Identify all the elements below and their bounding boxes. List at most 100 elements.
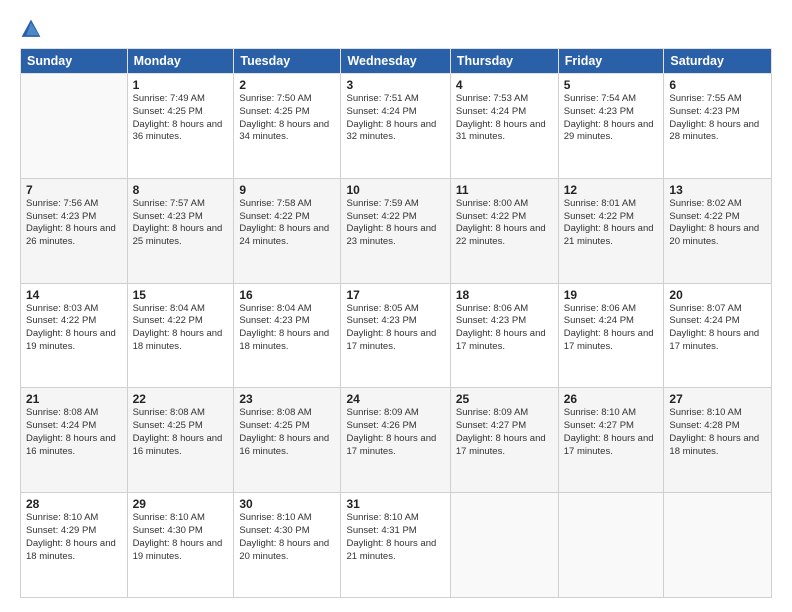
day-number: 29 — [133, 497, 229, 511]
calendar-cell: 4Sunrise: 7:53 AM Sunset: 4:24 PM Daylig… — [450, 74, 558, 179]
day-info: Sunrise: 7:55 AM Sunset: 4:23 PM Dayligh… — [669, 93, 766, 144]
calendar-cell: 28Sunrise: 8:10 AM Sunset: 4:29 PM Dayli… — [21, 493, 128, 598]
weekday-header-friday: Friday — [558, 49, 664, 74]
day-info: Sunrise: 8:10 AM Sunset: 4:29 PM Dayligh… — [26, 512, 122, 563]
day-number: 24 — [346, 392, 444, 406]
day-info: Sunrise: 8:10 AM Sunset: 4:30 PM Dayligh… — [133, 512, 229, 563]
calendar-cell: 9Sunrise: 7:58 AM Sunset: 4:22 PM Daylig… — [234, 178, 341, 283]
day-number: 26 — [564, 392, 659, 406]
day-info: Sunrise: 8:10 AM Sunset: 4:28 PM Dayligh… — [669, 407, 766, 458]
day-number: 22 — [133, 392, 229, 406]
day-number: 15 — [133, 288, 229, 302]
calendar-cell: 7Sunrise: 7:56 AM Sunset: 4:23 PM Daylig… — [21, 178, 128, 283]
calendar-cell: 19Sunrise: 8:06 AM Sunset: 4:24 PM Dayli… — [558, 283, 664, 388]
day-number: 28 — [26, 497, 122, 511]
week-row-5: 28Sunrise: 8:10 AM Sunset: 4:29 PM Dayli… — [21, 493, 772, 598]
day-number: 5 — [564, 78, 659, 92]
calendar-cell: 23Sunrise: 8:08 AM Sunset: 4:25 PM Dayli… — [234, 388, 341, 493]
day-number: 4 — [456, 78, 553, 92]
calendar-cell — [450, 493, 558, 598]
calendar-cell — [664, 493, 772, 598]
day-info: Sunrise: 8:10 AM Sunset: 4:27 PM Dayligh… — [564, 407, 659, 458]
calendar-cell: 10Sunrise: 7:59 AM Sunset: 4:22 PM Dayli… — [341, 178, 450, 283]
logo — [20, 18, 46, 40]
calendar-cell: 3Sunrise: 7:51 AM Sunset: 4:24 PM Daylig… — [341, 74, 450, 179]
logo-icon — [20, 18, 42, 40]
calendar-cell: 31Sunrise: 8:10 AM Sunset: 4:31 PM Dayli… — [341, 493, 450, 598]
day-info: Sunrise: 8:09 AM Sunset: 4:27 PM Dayligh… — [456, 407, 553, 458]
day-info: Sunrise: 7:53 AM Sunset: 4:24 PM Dayligh… — [456, 93, 553, 144]
day-number: 3 — [346, 78, 444, 92]
calendar-cell: 2Sunrise: 7:50 AM Sunset: 4:25 PM Daylig… — [234, 74, 341, 179]
day-info: Sunrise: 7:56 AM Sunset: 4:23 PM Dayligh… — [26, 198, 122, 249]
page: SundayMondayTuesdayWednesdayThursdayFrid… — [0, 0, 792, 612]
day-info: Sunrise: 8:06 AM Sunset: 4:24 PM Dayligh… — [564, 303, 659, 354]
weekday-header-sunday: Sunday — [21, 49, 128, 74]
calendar-cell: 22Sunrise: 8:08 AM Sunset: 4:25 PM Dayli… — [127, 388, 234, 493]
week-row-4: 21Sunrise: 8:08 AM Sunset: 4:24 PM Dayli… — [21, 388, 772, 493]
day-info: Sunrise: 7:50 AM Sunset: 4:25 PM Dayligh… — [239, 93, 335, 144]
day-info: Sunrise: 8:01 AM Sunset: 4:22 PM Dayligh… — [564, 198, 659, 249]
calendar-cell: 17Sunrise: 8:05 AM Sunset: 4:23 PM Dayli… — [341, 283, 450, 388]
calendar-cell: 20Sunrise: 8:07 AM Sunset: 4:24 PM Dayli… — [664, 283, 772, 388]
day-number: 9 — [239, 183, 335, 197]
day-number: 12 — [564, 183, 659, 197]
calendar-cell — [21, 74, 128, 179]
day-number: 14 — [26, 288, 122, 302]
day-number: 25 — [456, 392, 553, 406]
day-number: 7 — [26, 183, 122, 197]
calendar-cell: 5Sunrise: 7:54 AM Sunset: 4:23 PM Daylig… — [558, 74, 664, 179]
header — [20, 18, 772, 40]
day-info: Sunrise: 8:04 AM Sunset: 4:23 PM Dayligh… — [239, 303, 335, 354]
calendar-cell: 1Sunrise: 7:49 AM Sunset: 4:25 PM Daylig… — [127, 74, 234, 179]
calendar-cell: 29Sunrise: 8:10 AM Sunset: 4:30 PM Dayli… — [127, 493, 234, 598]
day-number: 19 — [564, 288, 659, 302]
day-info: Sunrise: 8:07 AM Sunset: 4:24 PM Dayligh… — [669, 303, 766, 354]
calendar-cell: 6Sunrise: 7:55 AM Sunset: 4:23 PM Daylig… — [664, 74, 772, 179]
day-number: 2 — [239, 78, 335, 92]
calendar-table: SundayMondayTuesdayWednesdayThursdayFrid… — [20, 48, 772, 598]
calendar-cell — [558, 493, 664, 598]
calendar-cell: 14Sunrise: 8:03 AM Sunset: 4:22 PM Dayli… — [21, 283, 128, 388]
week-row-1: 1Sunrise: 7:49 AM Sunset: 4:25 PM Daylig… — [21, 74, 772, 179]
day-number: 18 — [456, 288, 553, 302]
calendar-cell: 27Sunrise: 8:10 AM Sunset: 4:28 PM Dayli… — [664, 388, 772, 493]
calendar-cell: 15Sunrise: 8:04 AM Sunset: 4:22 PM Dayli… — [127, 283, 234, 388]
calendar-cell: 18Sunrise: 8:06 AM Sunset: 4:23 PM Dayli… — [450, 283, 558, 388]
day-info: Sunrise: 7:51 AM Sunset: 4:24 PM Dayligh… — [346, 93, 444, 144]
calendar-cell: 21Sunrise: 8:08 AM Sunset: 4:24 PM Dayli… — [21, 388, 128, 493]
weekday-header-monday: Monday — [127, 49, 234, 74]
day-info: Sunrise: 8:08 AM Sunset: 4:25 PM Dayligh… — [239, 407, 335, 458]
day-number: 27 — [669, 392, 766, 406]
day-info: Sunrise: 7:54 AM Sunset: 4:23 PM Dayligh… — [564, 93, 659, 144]
day-info: Sunrise: 8:04 AM Sunset: 4:22 PM Dayligh… — [133, 303, 229, 354]
day-info: Sunrise: 7:59 AM Sunset: 4:22 PM Dayligh… — [346, 198, 444, 249]
weekday-header-saturday: Saturday — [664, 49, 772, 74]
calendar-cell: 11Sunrise: 8:00 AM Sunset: 4:22 PM Dayli… — [450, 178, 558, 283]
day-info: Sunrise: 8:10 AM Sunset: 4:31 PM Dayligh… — [346, 512, 444, 563]
calendar-cell: 26Sunrise: 8:10 AM Sunset: 4:27 PM Dayli… — [558, 388, 664, 493]
day-info: Sunrise: 8:06 AM Sunset: 4:23 PM Dayligh… — [456, 303, 553, 354]
calendar-cell: 16Sunrise: 8:04 AM Sunset: 4:23 PM Dayli… — [234, 283, 341, 388]
calendar-cell: 25Sunrise: 8:09 AM Sunset: 4:27 PM Dayli… — [450, 388, 558, 493]
day-info: Sunrise: 8:00 AM Sunset: 4:22 PM Dayligh… — [456, 198, 553, 249]
calendar-cell: 12Sunrise: 8:01 AM Sunset: 4:22 PM Dayli… — [558, 178, 664, 283]
day-info: Sunrise: 8:09 AM Sunset: 4:26 PM Dayligh… — [346, 407, 444, 458]
day-info: Sunrise: 8:08 AM Sunset: 4:24 PM Dayligh… — [26, 407, 122, 458]
day-number: 11 — [456, 183, 553, 197]
day-number: 16 — [239, 288, 335, 302]
day-info: Sunrise: 7:58 AM Sunset: 4:22 PM Dayligh… — [239, 198, 335, 249]
weekday-header-wednesday: Wednesday — [341, 49, 450, 74]
day-number: 30 — [239, 497, 335, 511]
calendar-cell: 30Sunrise: 8:10 AM Sunset: 4:30 PM Dayli… — [234, 493, 341, 598]
calendar-cell: 13Sunrise: 8:02 AM Sunset: 4:22 PM Dayli… — [664, 178, 772, 283]
weekday-header-row: SundayMondayTuesdayWednesdayThursdayFrid… — [21, 49, 772, 74]
day-number: 20 — [669, 288, 766, 302]
day-number: 23 — [239, 392, 335, 406]
weekday-header-tuesday: Tuesday — [234, 49, 341, 74]
week-row-3: 14Sunrise: 8:03 AM Sunset: 4:22 PM Dayli… — [21, 283, 772, 388]
day-number: 10 — [346, 183, 444, 197]
day-info: Sunrise: 8:05 AM Sunset: 4:23 PM Dayligh… — [346, 303, 444, 354]
day-info: Sunrise: 8:03 AM Sunset: 4:22 PM Dayligh… — [26, 303, 122, 354]
day-info: Sunrise: 8:02 AM Sunset: 4:22 PM Dayligh… — [669, 198, 766, 249]
